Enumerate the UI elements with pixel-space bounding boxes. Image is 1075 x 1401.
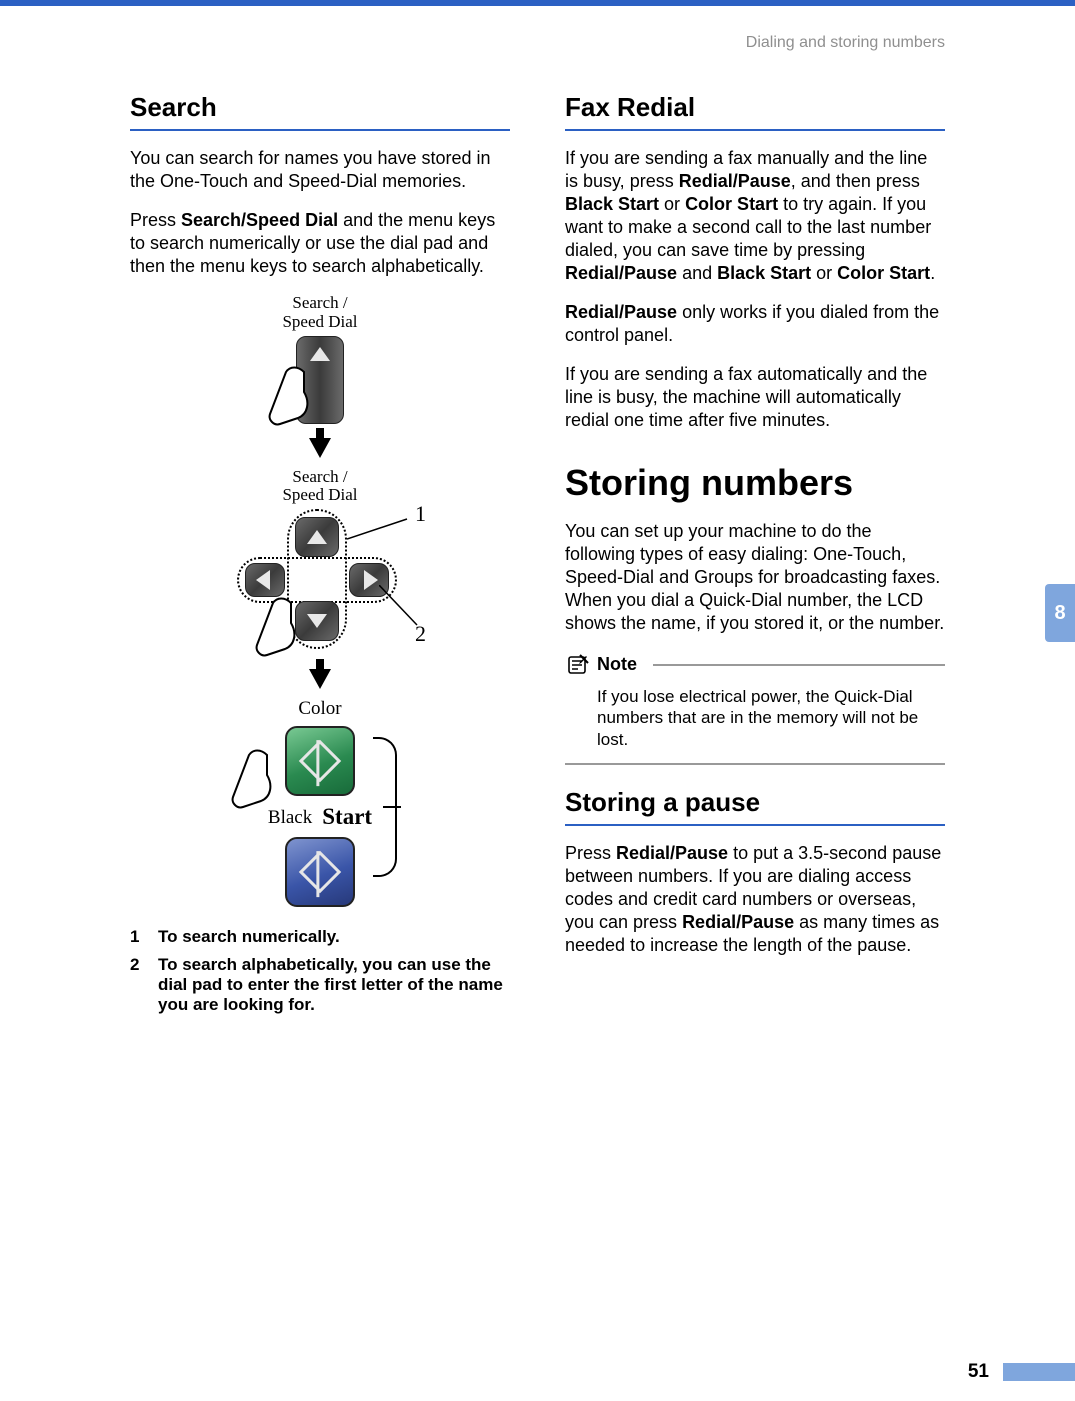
list-item: 1 To search numerically. xyxy=(130,927,510,947)
fax-redial-p3: If you are sending a fax automatically a… xyxy=(565,363,945,432)
finger-icon xyxy=(264,364,316,430)
dpad-left xyxy=(245,563,285,597)
text-bold: Redial/Pause xyxy=(565,263,677,283)
dpad-illustration: 1 2 xyxy=(215,509,425,649)
text: and xyxy=(677,263,717,283)
chapter-tab: 8 xyxy=(1045,584,1075,642)
note-body: If you lose electrical power, the Quick-… xyxy=(565,678,945,765)
note-header: Note xyxy=(565,652,945,678)
arrow-up-icon xyxy=(307,530,327,544)
fax-redial-p2: Redial/Pause only works if you dialed fr… xyxy=(565,301,945,347)
page-footer: 51 xyxy=(968,1361,1075,1383)
note-icon xyxy=(565,652,591,678)
search-legend-list: 1 To search numerically. 2 To search alp… xyxy=(130,927,510,1015)
heading-storing-numbers: Storing numbers xyxy=(565,462,945,504)
label-start: Start xyxy=(322,804,372,829)
pause-p1: Press Redial/Pause to put a 3.5-second p… xyxy=(565,842,945,957)
search-figure: Search / Speed Dial Search / Speed Dial xyxy=(130,294,510,909)
right-column: Fax Redial If you are sending a fax manu… xyxy=(565,92,945,1025)
callout-1: 1 xyxy=(415,501,426,527)
fig-label-1: Search / Speed Dial xyxy=(282,294,357,331)
label-color: Color xyxy=(298,699,341,720)
text: or xyxy=(811,263,837,283)
text-bold: Color Start xyxy=(685,194,778,214)
flow-arrow-icon xyxy=(309,438,331,458)
search-intro-1: You can search for names you have stored… xyxy=(130,147,510,193)
text: Press xyxy=(130,210,181,230)
black-start-button-illustration xyxy=(285,837,355,907)
dpad-up xyxy=(295,517,339,557)
finger-icon xyxy=(227,747,279,813)
text: Press xyxy=(565,843,616,863)
list-number: 1 xyxy=(130,927,146,947)
callout-line-1 xyxy=(347,515,419,545)
list-item: 2 To search alphabetically, you can use … xyxy=(130,955,510,1015)
text-bold: Redial/Pause xyxy=(565,302,677,322)
text-bold: Black Start xyxy=(717,263,811,283)
arrow-down-icon xyxy=(307,614,327,628)
color-start-button-illustration xyxy=(285,726,355,796)
storing-intro: You can set up your machine to do the fo… xyxy=(565,520,945,635)
footer-accent xyxy=(1003,1363,1075,1381)
main-content: Search You can search for names you have… xyxy=(0,52,1075,1025)
arrow-right-icon xyxy=(364,570,378,590)
search-intro-2: Press Search/Speed Dial and the menu key… xyxy=(130,209,510,278)
text-bold: Black Start xyxy=(565,194,659,214)
arrow-left-icon xyxy=(256,570,270,590)
callout-2: 2 xyxy=(415,621,426,647)
text-bold: Color Start xyxy=(837,263,930,283)
breadcrumb: Dialing and storing numbers xyxy=(0,6,1075,52)
text: or xyxy=(659,194,685,214)
list-number: 2 xyxy=(130,955,146,1015)
finger-icon xyxy=(251,595,303,661)
fax-redial-p1: If you are sending a fax manually and th… xyxy=(565,147,945,285)
start-icon xyxy=(299,740,341,782)
fig-label-2: Search / Speed Dial xyxy=(282,468,357,505)
list-text: To search alphabetically, you can use th… xyxy=(158,955,510,1015)
text-bold: Redial/Pause xyxy=(616,843,728,863)
start-icon xyxy=(299,851,341,893)
text-bold: Search/Speed Dial xyxy=(181,210,338,230)
arrow-up-icon xyxy=(310,347,330,361)
note-label: Note xyxy=(597,654,637,675)
note-box: Note If you lose electrical power, the Q… xyxy=(565,652,945,765)
left-column: Search You can search for names you have… xyxy=(130,92,510,1025)
note-rule xyxy=(653,664,945,666)
heading-search: Search xyxy=(130,92,510,131)
text: . xyxy=(930,263,935,283)
text: , and then press xyxy=(791,171,920,191)
start-buttons-illustration: Color Black Start xyxy=(205,699,435,909)
list-text: To search numerically. xyxy=(158,927,340,947)
text-bold: Redial/Pause xyxy=(679,171,791,191)
heading-fax-redial: Fax Redial xyxy=(565,92,945,131)
flow-arrow-icon xyxy=(309,669,331,689)
text-bold: Redial/Pause xyxy=(682,912,794,932)
page-number: 51 xyxy=(968,1361,989,1383)
heading-storing-pause: Storing a pause xyxy=(565,787,945,826)
bracket-pointer xyxy=(383,797,405,817)
